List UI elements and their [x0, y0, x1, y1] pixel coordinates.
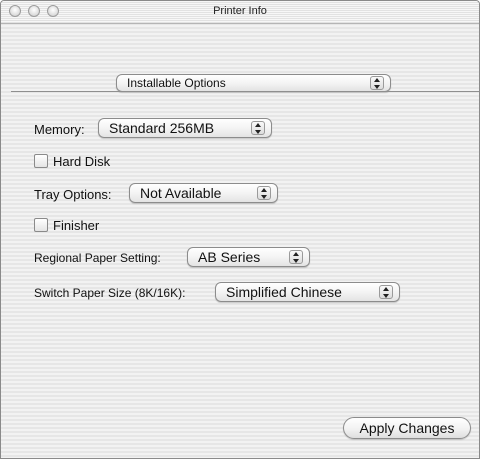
finisher-label: Finisher [53, 218, 100, 233]
regional-paper-popup[interactable]: AB Series [187, 247, 310, 267]
regional-paper-label: Regional Paper Setting: [34, 251, 161, 265]
printer-info-window: Printer Info Installable Options Memory:… [0, 0, 480, 459]
switch-paper-popup-value: Simplified Chinese [226, 284, 342, 300]
section-separator [11, 91, 479, 92]
tray-options-label: Tray Options: [34, 187, 112, 202]
apply-changes-button[interactable]: Apply Changes [343, 417, 471, 439]
up-down-arrows-icon [257, 186, 271, 200]
regional-paper-popup-value: AB Series [198, 249, 261, 265]
hard-disk-checkbox[interactable] [34, 154, 48, 168]
tray-options-popup-value: Not Available [140, 185, 222, 201]
finisher-checkbox[interactable] [34, 218, 48, 232]
up-down-arrows-icon [251, 121, 265, 135]
memory-label: Memory: [34, 122, 85, 137]
switch-paper-label: Switch Paper Size (8K/16K): [34, 286, 186, 300]
up-down-arrows-icon [370, 76, 384, 90]
window-title: Printer Info [213, 5, 267, 17]
section-popup-value: Installable Options [127, 76, 226, 90]
hard-disk-label: Hard Disk [53, 154, 111, 169]
tray-options-popup[interactable]: Not Available [129, 183, 278, 203]
up-down-arrows-icon [289, 250, 303, 264]
title-bar[interactable]: Printer Info [1, 1, 479, 24]
memory-popup[interactable]: Standard 256MB [98, 118, 272, 138]
up-down-arrows-icon [379, 285, 393, 299]
section-popup[interactable]: Installable Options [116, 74, 391, 92]
memory-popup-value: Standard 256MB [109, 120, 215, 136]
switch-paper-popup[interactable]: Simplified Chinese [215, 282, 400, 302]
